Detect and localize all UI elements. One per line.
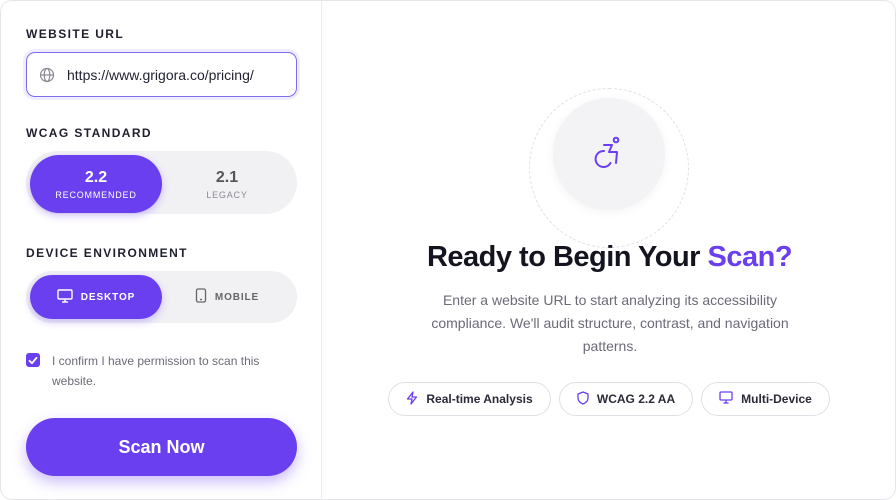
scan-now-button[interactable]: Scan Now (26, 418, 297, 476)
chip-label: Real-time Analysis (426, 392, 533, 406)
scan-empty-state: Ready to Begin Your Scan? Enter a websit… (322, 1, 895, 499)
scan-config-panel: WEBSITE URL WCAG STANDARD 2.2 RECOMMENDE… (1, 1, 322, 499)
wcag-option-2-2[interactable]: 2.2 RECOMMENDED (30, 155, 162, 213)
wcag-tag: RECOMMENDED (55, 189, 137, 200)
device-option-mobile[interactable]: MOBILE (161, 275, 293, 319)
wcag-version: 2.1 (215, 168, 239, 186)
mobile-icon (195, 288, 207, 306)
wcag-version-toggle: 2.2 RECOMMENDED 2.1 LEGACY (26, 151, 297, 214)
chip-label: WCAG 2.2 AA (596, 392, 676, 406)
shield-icon (577, 390, 589, 408)
wcag-option-2-1[interactable]: 2.1 LEGACY (161, 155, 293, 213)
globe-icon (39, 67, 55, 83)
device-label: DESKTOP (80, 291, 136, 303)
permission-confirm: I confirm I have permission to scan this… (26, 351, 296, 391)
desktop-icon (57, 288, 73, 306)
url-input[interactable] (67, 66, 292, 83)
wcag-version: 2.2 (84, 168, 108, 186)
accessibility-icon (592, 135, 626, 174)
wcag-tag: LEGACY (206, 189, 248, 200)
hero-description: Enter a website URL to start analyzing i… (431, 292, 789, 354)
monitor-icon (719, 391, 733, 407)
wcag-standard-label: WCAG STANDARD (26, 126, 152, 140)
app-frame: WEBSITE URL WCAG STANDARD 2.2 RECOMMENDE… (0, 0, 896, 500)
device-environment-label: DEVICE ENVIRONMENT (26, 246, 188, 260)
chip-label: Multi-Device (741, 392, 812, 406)
device-label: MOBILE (214, 291, 260, 303)
website-url-label: WEBSITE URL (26, 27, 125, 41)
hero-title-main: Ready to Begin Your (426, 241, 708, 273)
hero-title: Ready to Begin Your Scan? (322, 241, 895, 274)
permission-text: I confirm I have permission to scan this… (52, 354, 260, 388)
permission-checkbox[interactable] (26, 353, 40, 367)
feature-chip-multidevice: Multi-Device (701, 382, 830, 416)
device-option-desktop[interactable]: DESKTOP (30, 275, 162, 319)
hero-title-accent: Scan? (707, 241, 793, 273)
accessibility-badge (553, 98, 665, 210)
device-toggle: DESKTOP MOBILE (26, 271, 297, 323)
feature-chip-realtime: Real-time Analysis (388, 382, 551, 416)
feature-chip-wcag: WCAG 2.2 AA (559, 382, 693, 416)
lightning-icon (406, 390, 418, 408)
url-field[interactable] (26, 52, 297, 97)
